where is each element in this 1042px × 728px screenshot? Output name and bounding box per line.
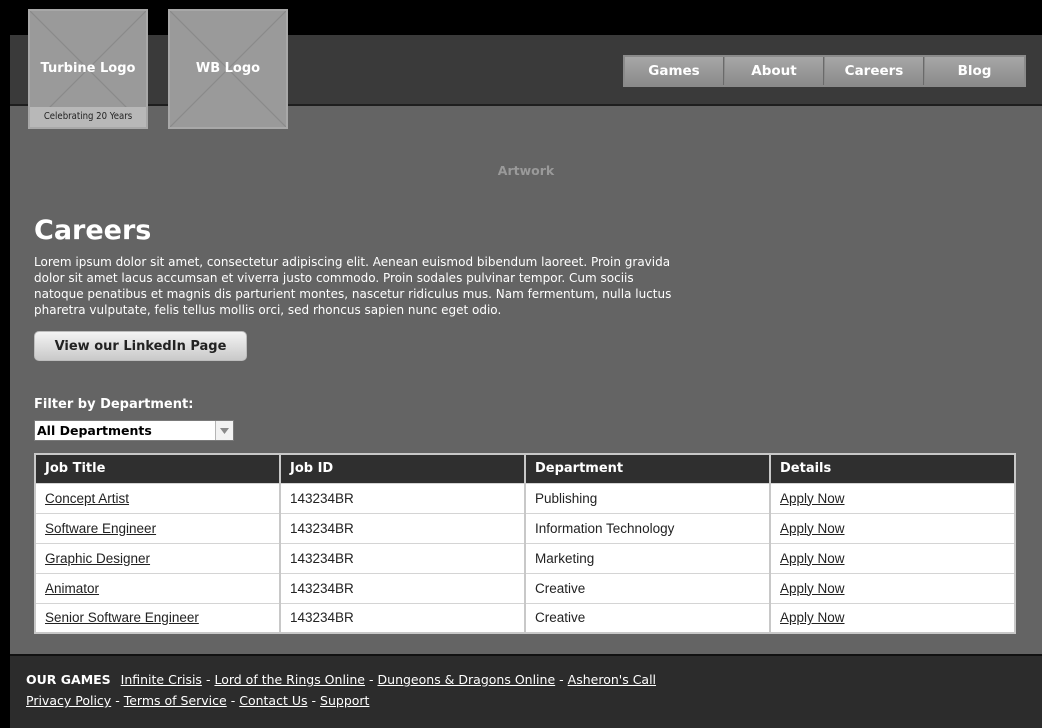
- logo-tagline: Celebrating 20 Years: [30, 107, 146, 127]
- column-header-job-title: Job Title: [35, 454, 281, 483]
- intro-text: Lorem ipsum dolor sit amet, consectetur …: [34, 255, 672, 317]
- table-row: Concept Artist 143234BR Publishing Apply…: [35, 482, 1015, 513]
- site-header: Turbine Logo Celebrating 20 Years WB Log…: [10, 9, 1042, 129]
- footer-separator: -: [115, 693, 120, 708]
- footer-separator: -: [205, 672, 211, 687]
- apply-now-link[interactable]: Apply Now: [780, 610, 845, 625]
- nav-about[interactable]: About: [725, 57, 824, 85]
- linkedin-button[interactable]: View our LinkedIn Page: [34, 331, 247, 361]
- contact-us-link[interactable]: Contact Us: [239, 693, 307, 708]
- footer-links-row: Privacy Policy - Terms of Service - Contact …: [26, 693, 369, 708]
- footer-separator: -: [369, 672, 374, 687]
- job-id: 143234BR: [280, 482, 526, 513]
- job-title-link[interactable]: Senior Software Engineer: [45, 610, 199, 625]
- footer-separator: -: [230, 693, 236, 708]
- footer-game-link[interactable]: Dungeons & Dragons Online: [378, 672, 556, 687]
- footer-game-link[interactable]: Asheron's Call: [568, 672, 656, 687]
- column-header-department: Department: [525, 454, 771, 483]
- terms-of-service-link[interactable]: Terms of Service: [124, 693, 227, 708]
- support-link[interactable]: Support: [320, 693, 369, 708]
- chevron-down-icon[interactable]: [215, 421, 233, 440]
- apply-now-link[interactable]: Apply Now: [780, 581, 845, 596]
- department-select-value: All Departments: [37, 423, 152, 438]
- job-department: Publishing: [525, 482, 771, 513]
- job-department: Marketing: [525, 542, 771, 573]
- site-footer: OUR GAMES Infinite Crisis - Lord of the Ri…: [10, 654, 1042, 728]
- column-header-job-id: Job ID: [280, 454, 526, 483]
- table-row: Graphic Designer 143234BR Marketing Appl…: [35, 542, 1015, 573]
- apply-now-link[interactable]: Apply Now: [780, 491, 845, 506]
- artwork-placeholder: Artwork: [497, 163, 555, 178]
- department-select[interactable]: All Departments: [34, 420, 234, 441]
- filter-label: Filter by Department:: [34, 397, 194, 412]
- table-row: Animator 143234BR Creative Apply Now: [35, 572, 1015, 603]
- apply-now-link[interactable]: Apply Now: [780, 521, 845, 536]
- nav-games[interactable]: Games: [625, 57, 724, 85]
- job-id: 143234BR: [280, 542, 526, 573]
- job-title-link[interactable]: Animator: [45, 581, 99, 596]
- page-title: Careers: [34, 215, 152, 246]
- column-header-details: Details: [770, 454, 1015, 483]
- page-frame: Turbine Logo Celebrating 20 Years WB Log…: [10, 9, 1042, 728]
- job-department: Creative: [525, 602, 771, 633]
- turbine-logo[interactable]: Turbine Logo Celebrating 20 Years: [28, 9, 148, 129]
- nav-careers[interactable]: Careers: [825, 57, 924, 85]
- apply-now-link[interactable]: Apply Now: [780, 551, 845, 566]
- table-row: Senior Software Engineer 143234BR Creati…: [35, 602, 1015, 633]
- footer-separator: -: [311, 693, 317, 708]
- table-header-row: Job Title Job ID Department Details: [35, 454, 1015, 483]
- turbine-logo-label: Turbine Logo: [40, 61, 136, 76]
- wb-logo[interactable]: WB Logo: [168, 9, 288, 129]
- job-title-link[interactable]: Concept Artist: [45, 491, 129, 506]
- job-title-link[interactable]: Graphic Designer: [45, 551, 150, 566]
- privacy-policy-link[interactable]: Privacy Policy: [26, 693, 111, 708]
- job-department: Creative: [525, 572, 771, 603]
- wb-logo-label: WB Logo: [195, 61, 261, 76]
- main-nav: Games About Careers Blog: [623, 55, 1026, 87]
- footer-game-link[interactable]: Infinite Crisis: [121, 672, 202, 687]
- our-games-label: OUR GAMES: [26, 672, 111, 687]
- job-id: 143234BR: [280, 572, 526, 603]
- job-id: 143234BR: [280, 602, 526, 633]
- job-title-link[interactable]: Software Engineer: [45, 521, 156, 536]
- nav-blog[interactable]: Blog: [925, 57, 1024, 85]
- job-department: Information Technology: [525, 512, 771, 543]
- footer-games-row: OUR GAMES Infinite Crisis - Lord of the Ri…: [26, 672, 656, 687]
- jobs-table: Job Title Job ID Department Details Conc…: [34, 453, 1016, 634]
- footer-separator: -: [559, 672, 564, 687]
- job-id: 143234BR: [280, 512, 526, 543]
- footer-game-link[interactable]: Lord of the Rings Online: [214, 672, 365, 687]
- table-row: Software Engineer 143234BR Information T…: [35, 512, 1015, 543]
